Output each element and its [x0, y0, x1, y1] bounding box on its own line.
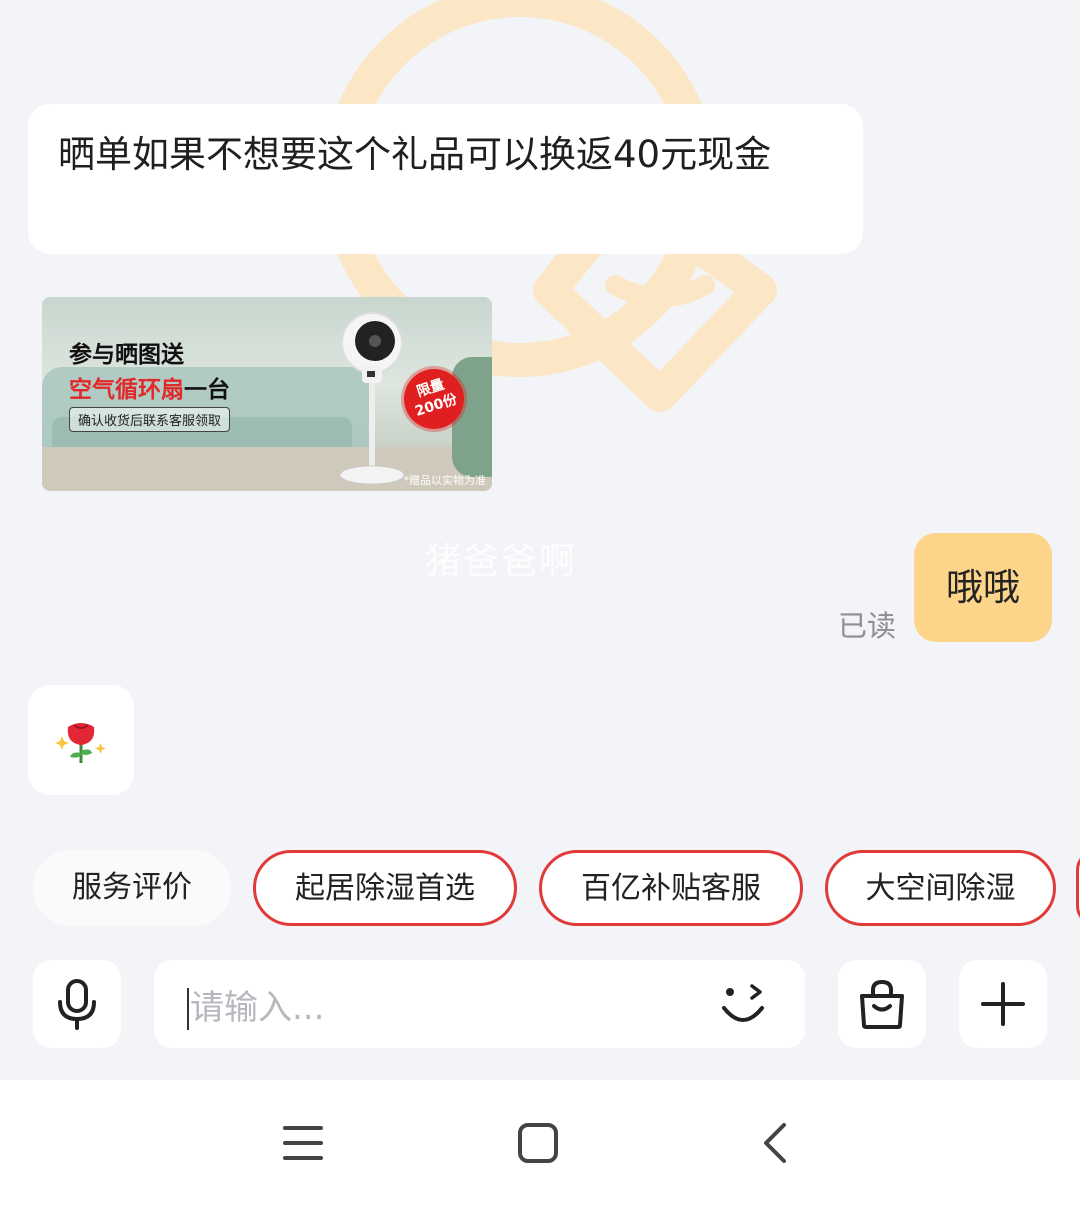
text-cursor [187, 988, 189, 1030]
nav-home-button[interactable] [508, 1118, 568, 1168]
more-actions-button[interactable] [959, 960, 1047, 1048]
quick-reply-subsidy-service[interactable]: 百亿补贴客服 [539, 850, 803, 926]
banner-subtitle: 确认收货后联系客服领取 [69, 407, 231, 432]
banner-line2-rest: 一台 [184, 377, 230, 403]
shopping-bag-button[interactable] [838, 960, 926, 1048]
input-placeholder: 请输入... [190, 988, 325, 1028]
input-bar: 请输入... [0, 960, 1080, 1048]
nav-back-button[interactable] [745, 1118, 805, 1168]
system-navigation-bar [0, 1080, 1080, 1210]
home-square-icon [518, 1123, 558, 1163]
quick-reply-large-space[interactable]: 大空间除湿 [825, 850, 1056, 926]
agent-emoji-bubble [28, 685, 134, 795]
quick-reply-dehumidify-choice[interactable]: 起居除湿首选 [253, 850, 517, 926]
air-circulator-fan-image [339, 312, 405, 485]
nav-menu-button[interactable] [273, 1118, 333, 1168]
message-input[interactable]: 请输入... [154, 960, 805, 1048]
voice-input-button[interactable] [33, 960, 121, 1048]
quick-reply-row: 服务评价 起居除湿首选 百亿补贴客服 大空间除湿 [33, 850, 1080, 926]
banner-line2-highlight: 空气循环扇 [69, 377, 184, 403]
my-message-text: 哦哦 [946, 566, 1020, 609]
read-status: 已读 [838, 609, 897, 643]
quick-reply-more-partial[interactable] [1076, 850, 1080, 926]
menu-icon [283, 1126, 323, 1160]
banner-line1: 参与晒图送 [69, 342, 184, 368]
plus-icon [981, 982, 1025, 1026]
back-chevron-icon [764, 1123, 786, 1163]
my-message-bubble: 哦哦 [914, 533, 1052, 642]
promo-banner-image[interactable]: 参与晒图送 空气循环扇一台 确认收货后联系客服领取 限量 200份 *赠品以实物… [42, 297, 492, 491]
banner-footnote: *赠品以实物为准 [403, 474, 487, 487]
rose-emoji-icon [55, 723, 106, 763]
quick-reply-service-rating[interactable]: 服务评价 [33, 850, 231, 926]
microphone-icon [58, 979, 96, 1030]
banner-line2: 空气循环扇一台 [69, 370, 230, 404]
agent-message-bubble: 晒单如果不想要这个礼品可以换返40元现金 [28, 104, 863, 254]
username-watermark: 猪爸爸啊 [425, 541, 578, 582]
wink-face-icon[interactable] [716, 980, 770, 1028]
shopping-bag-icon [860, 979, 904, 1029]
agent-message-text: 晒单如果不想要这个礼品可以换返40元现金 [58, 133, 772, 176]
